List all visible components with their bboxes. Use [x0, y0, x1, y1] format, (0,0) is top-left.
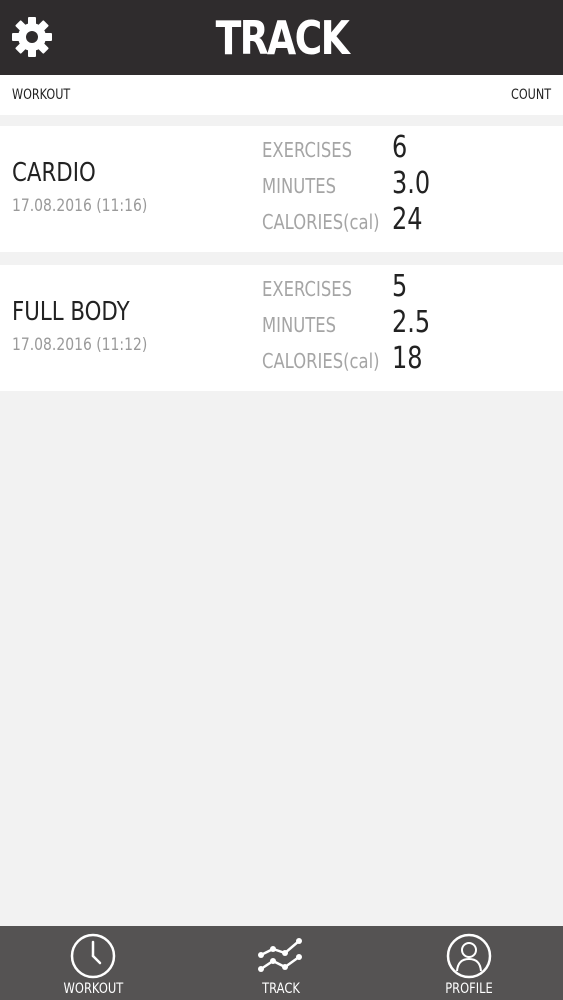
calories-label: CALORIES(cal): [262, 349, 380, 373]
exercises-label: EXERCISES: [262, 138, 353, 162]
minutes-value: 2.5: [392, 305, 431, 340]
exercises-value: 6: [392, 130, 408, 165]
workout-card-cardio[interactable]: CARDIO 17.08.2016 (11:16) EXERCISES 6 MI…: [0, 126, 563, 252]
tab-track[interactable]: TRACK: [221, 926, 341, 1000]
calories-value: 24: [392, 202, 423, 237]
calories-value: 18: [392, 341, 423, 376]
column-header-count: COUNT: [510, 87, 551, 103]
tab-workout[interactable]: WORKOUT: [33, 926, 153, 1000]
column-headers: WORKOUT COUNT: [0, 75, 563, 115]
workout-name: CARDIO: [12, 158, 96, 188]
page-title: TRACK: [215, 10, 349, 65]
minutes-value: 3.0: [392, 166, 431, 201]
workout-card-full-body[interactable]: FULL BODY 17.08.2016 (11:12) EXERCISES 5…: [0, 265, 563, 391]
bottom-tab-bar: WORKOUT TRACK PROFILE: [0, 926, 563, 1000]
minutes-label: MINUTES: [262, 174, 337, 198]
tab-label-workout: WORKOUT: [63, 981, 123, 997]
calories-label: CALORIES(cal): [262, 210, 380, 234]
app-header: TRACK: [0, 0, 563, 75]
minutes-label: MINUTES: [262, 313, 337, 337]
workout-name: FULL BODY: [12, 297, 130, 327]
column-header-workout: WORKOUT: [12, 87, 71, 103]
tab-label-profile: PROFILE: [445, 981, 493, 997]
gear-icon[interactable]: [10, 15, 54, 59]
tab-profile[interactable]: PROFILE: [409, 926, 529, 1000]
exercises-value: 5: [392, 269, 408, 304]
exercises-label: EXERCISES: [262, 277, 353, 301]
clock-icon: [70, 933, 116, 979]
tab-label-track: TRACK: [262, 981, 300, 997]
chart-line-icon: [258, 938, 302, 972]
user-icon: [446, 933, 492, 979]
workout-date: 17.08.2016 (11:12): [12, 335, 148, 355]
workout-date: 17.08.2016 (11:16): [12, 196, 148, 216]
